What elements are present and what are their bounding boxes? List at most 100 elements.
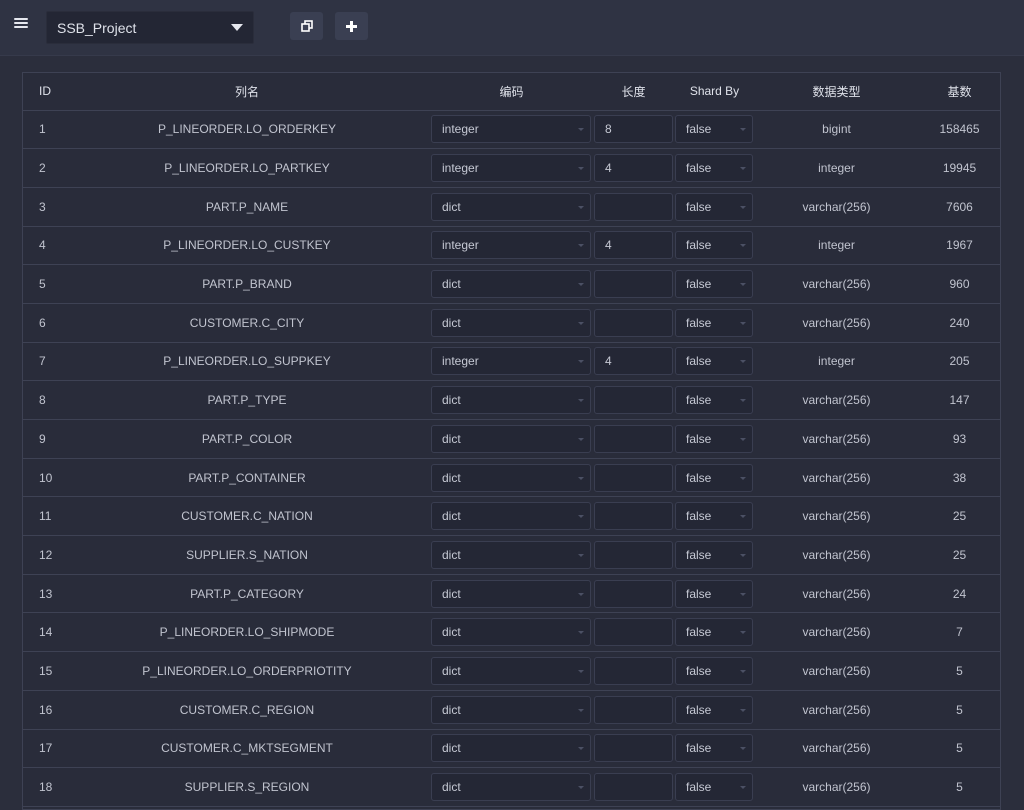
- shard-by-select[interactable]: false: [675, 231, 753, 260]
- encoding-select[interactable]: dict: [431, 734, 591, 763]
- length-input[interactable]: [594, 270, 673, 299]
- shard-by-select[interactable]: false: [675, 386, 753, 415]
- encoding-select[interactable]: dict: [431, 192, 591, 221]
- caret-down-icon: [578, 399, 584, 403]
- encoding-select[interactable]: dict: [431, 308, 591, 337]
- length-input[interactable]: [594, 502, 673, 531]
- length-input[interactable]: [594, 656, 673, 685]
- table-row: 16 CUSTOMER.C_REGION dict false varchar(256)…: [23, 690, 1000, 730]
- encoding-select[interactable]: dict: [431, 695, 591, 724]
- copy-button[interactable]: [290, 12, 323, 40]
- shard-by-select[interactable]: false: [675, 502, 753, 531]
- shard-by-select[interactable]: false: [675, 734, 753, 763]
- length-input[interactable]: [594, 424, 673, 453]
- encoding-select[interactable]: dict: [431, 502, 591, 531]
- encoding-select[interactable]: dict: [431, 270, 591, 299]
- shard-by-select[interactable]: false: [675, 154, 753, 183]
- shard-by-value: false: [686, 354, 712, 369]
- row-id: 14: [23, 612, 64, 653]
- header-length: 长度: [593, 73, 674, 111]
- table-row: 1 P_LINEORDER.LO_ORDERKEY integer 8 false big…: [23, 110, 1000, 150]
- hamburger-menu-icon[interactable]: [13, 16, 31, 32]
- length-input[interactable]: 4: [594, 347, 673, 376]
- column-name: SUPPLIER.S_NATION: [64, 535, 430, 575]
- encoding-select[interactable]: dict: [431, 463, 591, 492]
- encoding-select[interactable]: integer: [431, 115, 591, 144]
- encoding-select[interactable]: integer: [431, 231, 591, 260]
- row-id: 3: [23, 187, 64, 227]
- caret-down-icon: [740, 631, 746, 635]
- encoding-select[interactable]: integer: [431, 154, 591, 183]
- caret-down-icon: [740, 244, 746, 248]
- caret-down-icon: [740, 669, 746, 673]
- shard-by-select[interactable]: false: [675, 308, 753, 337]
- length-input[interactable]: [594, 540, 673, 569]
- length-input[interactable]: 4: [594, 154, 673, 183]
- shard-by-select[interactable]: false: [675, 618, 753, 647]
- column-name: P_LINEORDER.LO_ORDERPRIOTITY: [64, 651, 430, 691]
- encoding-cell: dict: [430, 419, 593, 459]
- caret-down-icon: [231, 24, 243, 31]
- length-input[interactable]: [594, 386, 673, 415]
- shard-by-select[interactable]: false: [675, 540, 753, 569]
- encoding-select[interactable]: integer: [431, 347, 591, 376]
- cardinality: 240: [918, 303, 1000, 343]
- column-name: PART.P_NAME: [64, 187, 430, 227]
- length-input[interactable]: [594, 618, 673, 647]
- caret-down-icon: [578, 244, 584, 248]
- encoding-value: dict: [442, 780, 461, 795]
- shard-by-select[interactable]: false: [675, 656, 753, 685]
- shard-by-value: false: [686, 509, 712, 524]
- encoding-cell: integer: [430, 148, 593, 188]
- encoding-select[interactable]: dict: [431, 540, 591, 569]
- length-input[interactable]: [594, 773, 673, 802]
- add-button[interactable]: [335, 12, 368, 40]
- cardinality: 205: [918, 342, 1000, 382]
- length-cell: [593, 651, 674, 691]
- caret-down-icon: [578, 167, 584, 171]
- shard-by-select[interactable]: false: [675, 347, 753, 376]
- shard-by-select[interactable]: false: [675, 270, 753, 299]
- shard-by-select[interactable]: false: [675, 424, 753, 453]
- length-input[interactable]: [594, 695, 673, 724]
- caret-down-icon: [578, 321, 584, 325]
- shard-by-select[interactable]: false: [675, 463, 753, 492]
- caret-down-icon: [578, 205, 584, 209]
- table-row: 2 P_LINEORDER.LO_PARTKEY integer 4 false inte…: [23, 148, 1000, 188]
- row-id: 1: [23, 110, 64, 150]
- shard-by-select[interactable]: false: [675, 695, 753, 724]
- column-name: PART.P_CONTAINER: [64, 458, 430, 498]
- shard-by-value: false: [686, 780, 712, 795]
- shard-by-select[interactable]: false: [675, 579, 753, 608]
- encoding-select[interactable]: dict: [431, 773, 591, 802]
- length-input[interactable]: 4: [594, 231, 673, 260]
- shard-by-cell: false: [674, 651, 755, 691]
- length-input[interactable]: [594, 308, 673, 337]
- length-input[interactable]: [594, 192, 673, 221]
- encoding-select[interactable]: dict: [431, 656, 591, 685]
- caret-down-icon: [740, 708, 746, 712]
- shard-by-select[interactable]: false: [675, 115, 753, 144]
- encoding-cell: dict: [430, 303, 593, 343]
- data-type: varchar(256): [755, 264, 918, 304]
- shard-by-select[interactable]: false: [675, 192, 753, 221]
- length-input[interactable]: [594, 579, 673, 608]
- row-id: 9: [23, 419, 64, 459]
- project-select[interactable]: SSB_Project: [46, 11, 254, 44]
- encoding-select[interactable]: dict: [431, 618, 591, 647]
- cardinality: 960: [918, 264, 1000, 304]
- encoding-select[interactable]: dict: [431, 579, 591, 608]
- length-input[interactable]: [594, 734, 673, 763]
- shard-by-cell: false: [674, 264, 755, 304]
- shard-by-select[interactable]: false: [675, 773, 753, 802]
- header-data-type: 数据类型: [755, 73, 918, 111]
- length-input[interactable]: [594, 463, 673, 492]
- encoding-value: dict: [442, 315, 461, 330]
- row-id: 12: [23, 535, 64, 575]
- encoding-select[interactable]: dict: [431, 386, 591, 415]
- length-input[interactable]: 8: [594, 115, 673, 144]
- cardinality: 93: [918, 419, 1000, 459]
- encoding-select[interactable]: dict: [431, 424, 591, 453]
- data-type: varchar(256): [755, 303, 918, 343]
- row-id: 16: [23, 690, 64, 730]
